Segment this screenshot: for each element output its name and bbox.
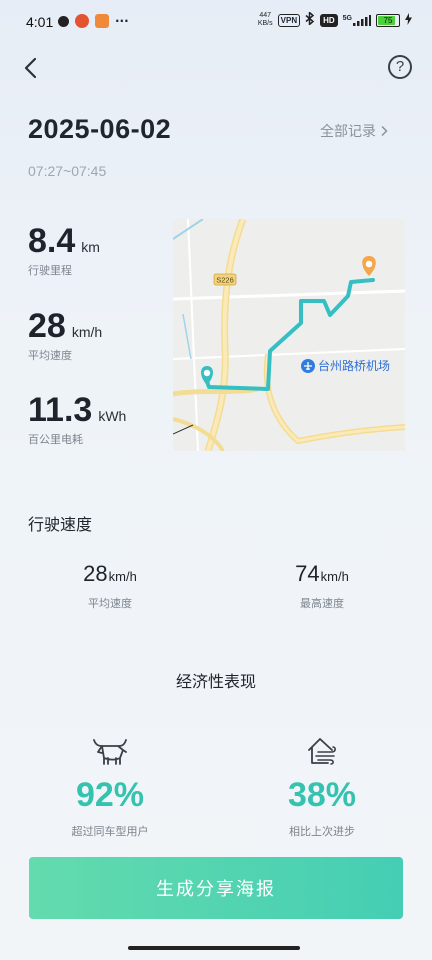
app-icon-1: [58, 15, 69, 27]
charging-icon: [405, 12, 412, 28]
energy-value: 11.3: [28, 391, 93, 429]
stat-distance: 8.4 km 行驶里程: [28, 222, 100, 278]
speed-avg-unit: km/h: [108, 569, 137, 584]
distance-value: 8.4: [28, 222, 76, 260]
economy-title: 经济性表现: [175, 672, 256, 691]
improvement-value: 38%: [287, 776, 357, 814]
speed-avg-label: 平均速度: [88, 597, 132, 610]
chevron-right-icon: [381, 125, 388, 137]
road-label: S226: [216, 276, 234, 285]
all-records-link[interactable]: 全部记录: [320, 121, 388, 141]
avg-speed-value: 28: [28, 307, 66, 345]
economy-beat-users: 92% 超过同车型用户: [30, 736, 190, 839]
home-indicator[interactable]: [128, 946, 300, 950]
beat-users-value: 92%: [75, 776, 145, 814]
airport-icon: [301, 359, 315, 373]
signal-label: 5G: [342, 14, 352, 22]
stat-avg-speed: 28 km/h 平均速度: [28, 307, 102, 363]
energy-label: 百公里电耗: [28, 433, 83, 446]
all-records-label: 全部记录: [320, 124, 376, 140]
net-speed-value: 447: [259, 12, 272, 19]
status-right: 447 KB/s VPN HD 5G 75: [258, 10, 412, 28]
status-time: 4:01: [26, 14, 54, 30]
avg-speed-label: 平均速度: [28, 349, 72, 362]
generate-poster-button[interactable]: 生成分享海报: [29, 857, 403, 919]
economy-improvement: 38% 相比上次进步: [242, 736, 402, 839]
help-icon: ?: [395, 58, 405, 75]
status-bar: 4:01 ··· 447 KB/s VPN HD 5G 75: [0, 0, 432, 44]
driving-speed-title: 行驶速度: [28, 515, 93, 534]
house-wind-icon: [308, 738, 336, 765]
hd-badge: HD: [320, 13, 338, 27]
chevron-left-icon: [24, 57, 37, 79]
trip-date: 2025-06-02: [28, 114, 172, 144]
notification-icons: ···: [58, 14, 129, 28]
energy-unit: kWh: [98, 408, 127, 424]
net-speed: 447 KB/s: [258, 12, 273, 28]
map-canvas: S226 台州路桥机场: [173, 219, 405, 451]
signal-icon: 5G: [342, 14, 371, 26]
speed-max: 74km/h 最高速度: [272, 561, 372, 611]
bluetooth-icon: [305, 10, 315, 28]
vpn-badge: VPN: [277, 13, 301, 27]
distance-label: 行驶里程: [28, 264, 72, 277]
speed-avg-value: 28: [83, 561, 108, 586]
stat-energy: 11.3 kWh 百公里电耗: [28, 391, 126, 447]
distance-unit: km: [81, 239, 100, 255]
avg-speed-unit: km/h: [71, 324, 103, 340]
back-button[interactable]: [20, 56, 44, 80]
speed-max-value: 74: [295, 561, 320, 586]
speed-max-unit: km/h: [320, 569, 349, 584]
trip-time-range: 07:27~07:45: [28, 163, 107, 179]
battery-level: 75: [383, 15, 393, 25]
app-icon-2: [75, 14, 89, 28]
beat-users-label: 超过同车型用户: [71, 825, 149, 838]
battery-icon: 75: [376, 13, 400, 27]
help-button[interactable]: ?: [388, 55, 412, 79]
poi-label: 台州路桥机场: [318, 358, 390, 373]
speed-avg: 28km/h 平均速度: [60, 561, 160, 611]
speed-max-label: 最高速度: [300, 597, 344, 610]
bull-icon: [93, 739, 127, 765]
trip-map[interactable]: S226 台州路桥机场: [173, 219, 405, 451]
improvement-label: 相比上次进步: [289, 825, 355, 838]
net-speed-unit: KB/s: [257, 20, 273, 27]
more-notifications-icon: ···: [115, 14, 129, 28]
app-icon-3: [95, 14, 109, 28]
